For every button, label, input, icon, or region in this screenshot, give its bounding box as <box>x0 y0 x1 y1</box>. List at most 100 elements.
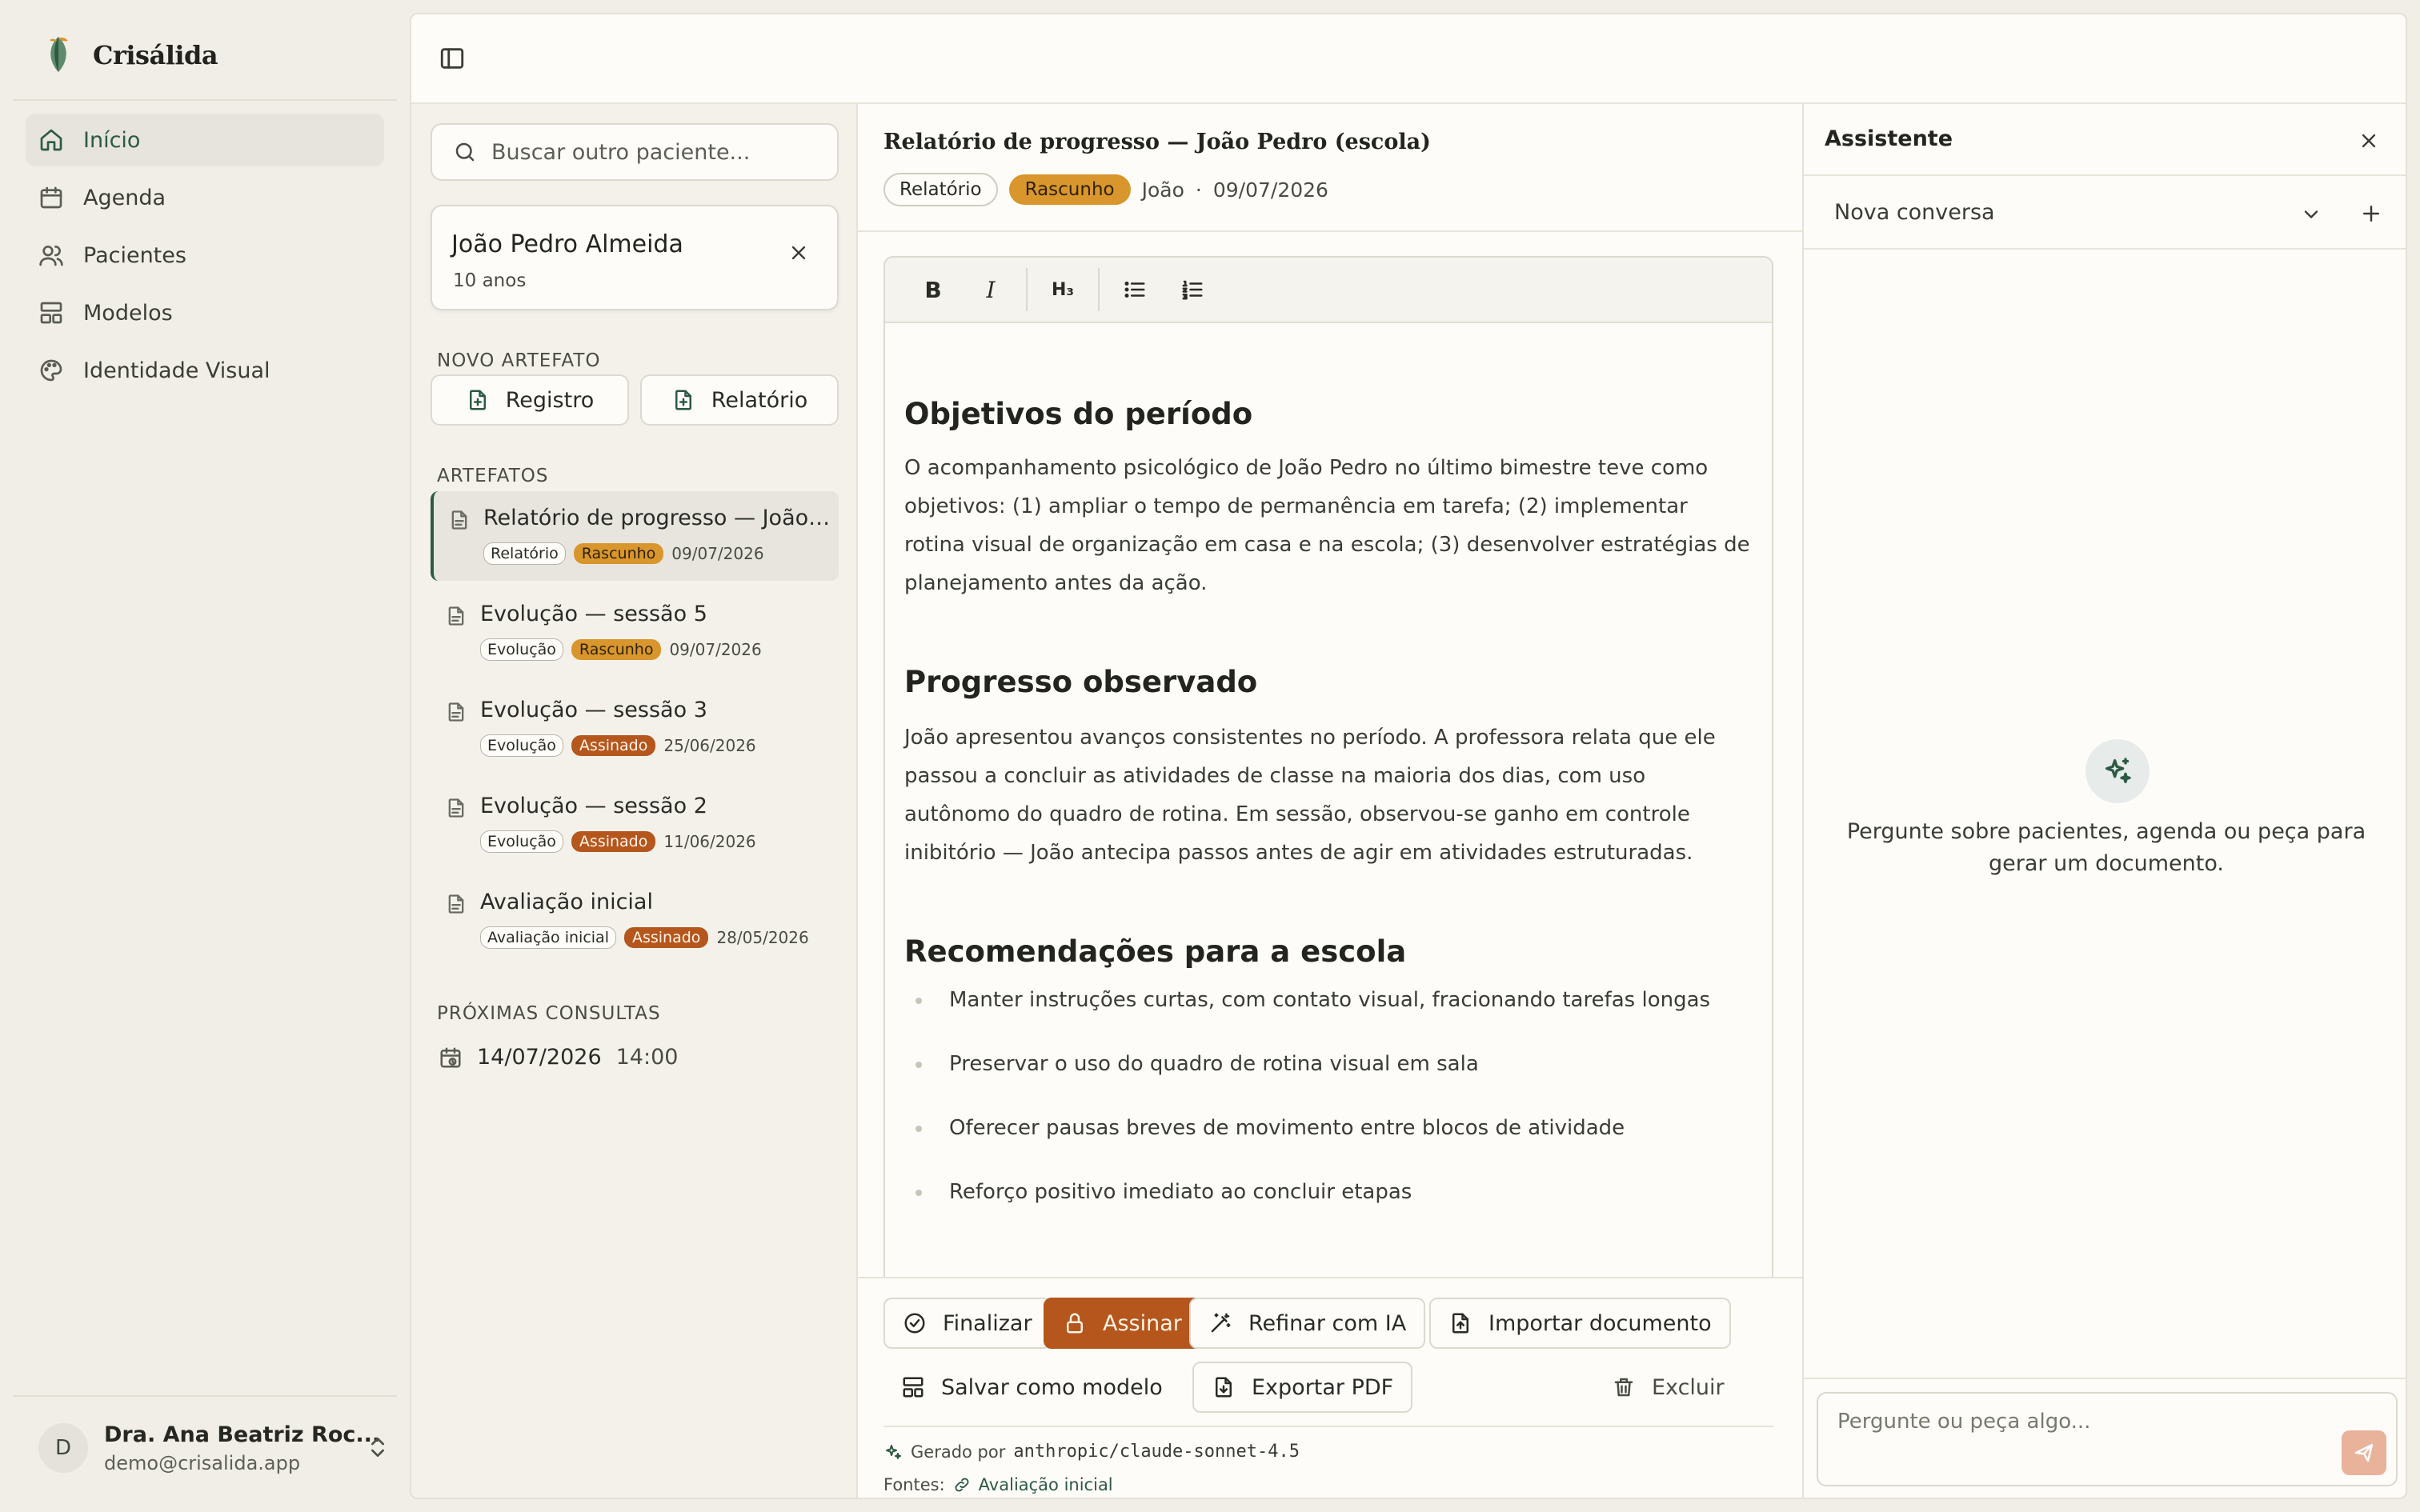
user-name: Dra. Ana Beatriz Roc... <box>104 1422 381 1447</box>
brand[interactable]: Crisálida <box>45 34 218 77</box>
sparkles-icon <box>886 1444 901 1459</box>
sidebar: Crisálida Início Agenda Pacientes Modelo… <box>0 0 410 1512</box>
import-document-button[interactable]: Importar documento <box>1429 1298 1731 1349</box>
heading-button[interactable]: H₃ <box>1034 266 1092 314</box>
sidebar-item-label: Pacientes <box>83 242 186 268</box>
sidebar-item-modelos[interactable]: Modelos <box>26 286 384 339</box>
user-menu[interactable]: D Dra. Ana Beatriz Roc... demo@crisalida… <box>38 1422 391 1474</box>
delete-label: Excluir <box>1652 1374 1725 1400</box>
paragraph: O acompanhamento psicológico de João Ped… <box>904 456 1750 595</box>
list-item: Manter instruções curtas, com contato vi… <box>904 975 1753 1039</box>
refine-ai-label: Refinar com IA <box>1248 1310 1407 1336</box>
list-item[interactable]: Evolução — sessão 5 Evolução Rascunho 09/0… <box>431 587 839 677</box>
chevron-down-icon[interactable] <box>2300 203 2322 226</box>
assistant-input-area <box>1804 1378 2406 1498</box>
close-icon[interactable] <box>787 242 810 264</box>
refine-ai-button[interactable]: Refinar com IA <box>1189 1298 1426 1349</box>
check-circle-icon <box>904 1313 925 1334</box>
new-artifact-heading: NOVO ARTEFATO <box>437 350 601 371</box>
type-badge: Evolução <box>480 830 563 853</box>
lock-icon <box>1067 1313 1083 1334</box>
new-relatorio-button[interactable]: Relatório <box>640 374 839 426</box>
save-template-button[interactable]: Salvar como modelo <box>883 1362 1180 1413</box>
appointment-time: 14:00 <box>615 1045 679 1070</box>
finalize-button[interactable]: Finalizar <box>883 1298 1052 1349</box>
delete-button[interactable]: Excluir <box>1594 1362 1742 1413</box>
status-badge: Rascunho <box>571 639 662 660</box>
italic-button[interactable]: I <box>962 266 1020 314</box>
chevrons-up-down-icon[interactable] <box>365 1434 391 1460</box>
recommendations-list: Manter instruções curtas, com contato vi… <box>904 975 1753 1231</box>
list-item: Preservar o uso do quadro de rotina visu… <box>904 1039 1753 1103</box>
close-icon[interactable] <box>2358 130 2380 152</box>
users-icon <box>39 246 63 266</box>
editor-content[interactable]: Objetivos do período O acompanhamento ps… <box>885 397 1772 1231</box>
search-icon <box>455 142 475 162</box>
patient-panel: João Pedro Almeida 10 anos NOVO ARTEFATO… <box>411 104 858 1498</box>
list-item[interactable]: Relatório de progresso — João Pedro (esc… <box>431 491 839 581</box>
patient-name: João Pedro Almeida <box>451 230 683 258</box>
palette-icon <box>40 359 62 382</box>
sign-label: Assinar <box>1103 1310 1182 1336</box>
patient-search[interactable] <box>431 123 839 181</box>
patient-card: João Pedro Almeida 10 anos <box>431 205 839 310</box>
sidebar-item-pacientes[interactable]: Pacientes <box>26 229 384 282</box>
generated-label: Gerado por <box>911 1442 1006 1462</box>
bullet-list-icon <box>1124 282 1145 298</box>
document-type-badge: Relatório <box>883 173 998 206</box>
file-text-icon <box>448 606 464 626</box>
status-badge: Assinado <box>623 927 709 948</box>
type-badge: Relatório <box>483 542 566 565</box>
status-badge: Assinado <box>571 735 656 756</box>
artifact-title: Evolução — sessão 3 <box>480 698 707 722</box>
file-text-icon <box>448 798 464 818</box>
document-author: João <box>1141 178 1184 202</box>
artifact-date: 25/06/2026 <box>663 736 756 755</box>
bold-button[interactable]: B <box>904 266 962 314</box>
sidebar-item-label: Identidade Visual <box>83 358 270 383</box>
file-upload-icon <box>1452 1313 1468 1334</box>
appointment-date: 14/07/2026 <box>477 1045 602 1070</box>
artifact-title: Relatório de progresso — João Pedro (esc… <box>483 506 835 530</box>
file-download-icon <box>1216 1377 1232 1398</box>
conversation-selector[interactable]: Nova conversa <box>1804 176 2406 250</box>
source-link[interactable]: Avaliação inicial <box>979 1475 1113 1494</box>
assistant-input[interactable] <box>1837 1410 2302 1474</box>
export-pdf-button[interactable]: Exportar PDF <box>1192 1362 1413 1413</box>
artifact-date: 28/05/2026 <box>716 928 809 947</box>
sidebar-item-agenda[interactable]: Agenda <box>26 171 384 224</box>
list-item[interactable]: Evolução — sessão 3 Evolução Assinado 25/0… <box>431 683 839 773</box>
appointment-item[interactable]: 14/07/2026 14:00 <box>439 1045 678 1070</box>
artifacts-list: Relatório de progresso — João Pedro (esc… <box>431 491 839 971</box>
new-registro-label: Registro <box>505 387 595 413</box>
paragraph: João apresentou avanços consistentes no … <box>904 726 1716 865</box>
sidebar-item-identidade-visual[interactable]: Identidade Visual <box>26 344 384 397</box>
plus-icon[interactable] <box>2359 202 2383 226</box>
toolbar-divider <box>1026 268 1028 311</box>
assistant-input-box[interactable] <box>1817 1392 2398 1486</box>
layout-icon <box>903 1377 924 1398</box>
bullet-list-button[interactable] <box>1106 266 1164 314</box>
sign-button[interactable]: Assinar <box>1044 1298 1201 1349</box>
sidebar-item-inicio[interactable]: Início <box>26 114 384 166</box>
artifact-date: 09/07/2026 <box>671 544 764 563</box>
status-badge: Assinado <box>571 831 656 852</box>
list-item[interactable]: Evolução — sessão 2 Evolução Assinado 11/0… <box>431 779 839 869</box>
file-text-icon <box>448 894 464 914</box>
artifact-title: Evolução — sessão 2 <box>480 794 707 818</box>
trash-icon <box>1614 1378 1633 1397</box>
home-icon <box>40 129 62 151</box>
save-template-label: Salvar como modelo <box>941 1374 1163 1400</box>
send-button[interactable] <box>2342 1430 2386 1475</box>
user-email: demo@crisalida.app <box>104 1451 301 1474</box>
sidebar-toggle-icon[interactable] <box>439 45 466 72</box>
rich-text-editor[interactable]: B I H₃ Objetivos do período O acompanham… <box>883 256 1773 1376</box>
conversation-label: Nova conversa <box>1834 200 1995 225</box>
list-item[interactable]: Avaliação inicial Avaliação inicial Assin… <box>431 875 839 965</box>
sidebar-nav: Início Agenda Pacientes Modelos Identida… <box>26 114 384 402</box>
new-registro-button[interactable]: Registro <box>431 374 629 426</box>
numbered-list-button[interactable] <box>1164 266 1221 314</box>
search-input[interactable] <box>491 139 811 165</box>
artifact-title: Avaliação inicial <box>480 890 653 914</box>
list-item: Reforço positivo imediato ao concluir et… <box>904 1167 1753 1231</box>
